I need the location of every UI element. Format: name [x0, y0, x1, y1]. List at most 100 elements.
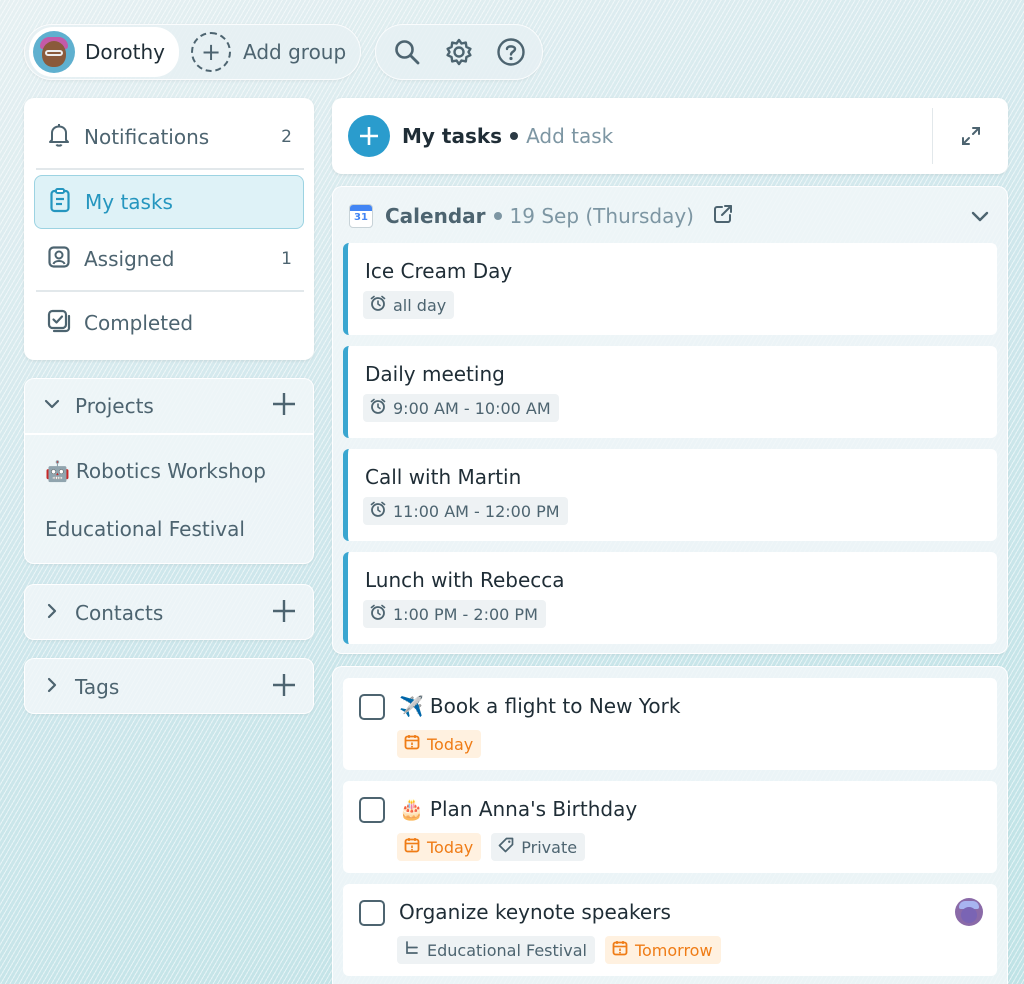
airplane-icon: ✈️ [399, 694, 424, 718]
tasks-panel: ✈️ Book a flight to New York Today 🎂 Pla… [332, 666, 1008, 984]
event-time-badge: 1:00 PM - 2:00 PM [363, 600, 546, 628]
calendar-event[interactable]: Ice Cream Day all day [343, 243, 997, 335]
birthday-cake-icon: 🎂 [399, 797, 424, 821]
event-title: Lunch with Rebecca [365, 568, 565, 592]
event-time-badge: 11:00 AM - 12:00 PM [363, 497, 568, 525]
project-label: Robotics Workshop [75, 459, 266, 483]
sidebar-nav: Notifications 2 My tasks Assigned 1 Comp… [24, 98, 314, 360]
calendar-event[interactable]: Call with Martin 11:00 AM - 12:00 PM [343, 449, 997, 541]
calendar-due-icon [403, 836, 421, 858]
user-name: Dorothy [85, 40, 166, 64]
tag-badge[interactable]: Private [491, 833, 586, 861]
sidebar-item-assigned[interactable]: Assigned 1 [34, 232, 304, 286]
collapse-chevron-icon[interactable] [969, 205, 991, 231]
expand-icon[interactable] [932, 108, 1008, 164]
calendar-event[interactable]: Lunch with Rebecca 1:00 PM - 2:00 PM [343, 552, 997, 644]
event-title: Daily meeting [365, 362, 505, 386]
task-tags: Today [397, 730, 482, 758]
task-tags: Today Private [397, 833, 586, 861]
top-bar: Dorothy + Add group [24, 24, 544, 80]
search-icon[interactable] [390, 35, 424, 69]
add-group-button[interactable]: + Add group [179, 32, 346, 72]
calendar-date: 19 Sep (Thursday) [509, 204, 694, 228]
bell-icon [46, 122, 72, 153]
separator-dot [510, 132, 519, 140]
task-checkbox[interactable] [359, 797, 385, 823]
alarm-clock-icon [369, 603, 387, 625]
assigned-count: 1 [281, 249, 292, 269]
due-date-label: Today [427, 734, 474, 754]
help-icon[interactable] [494, 35, 528, 69]
tags-panel: Tags [24, 658, 314, 714]
calendar-due-icon [403, 733, 421, 755]
project-badge[interactable]: Educational Festival [397, 936, 595, 964]
task-item[interactable]: ✈️ Book a flight to New York Today [343, 678, 997, 770]
task-title-text: Plan Anna's Birthday [429, 797, 638, 821]
project-robotics-workshop[interactable]: 🤖 Robotics Workshop [45, 459, 266, 483]
clipboard-icon [47, 187, 73, 218]
tags-header[interactable]: Tags [25, 659, 313, 715]
project-label: Educational Festival [427, 940, 587, 960]
assignee-avatar[interactable] [955, 898, 983, 926]
task-checkbox[interactable] [359, 694, 385, 720]
task-title: 🎂 Plan Anna's Birthday [399, 797, 637, 821]
contacts-header[interactable]: Contacts [25, 585, 313, 641]
task-item[interactable]: 🎂 Plan Anna's Birthday Today Private [343, 781, 997, 873]
divider [36, 290, 304, 292]
gear-icon[interactable] [442, 35, 476, 69]
add-contact-icon[interactable] [271, 598, 297, 629]
event-time: 9:00 AM - 10:00 AM [393, 398, 551, 418]
event-title: Call with Martin [365, 465, 522, 489]
task-tags: Educational Festival Tomorrow [397, 936, 721, 964]
task-checkbox[interactable] [359, 900, 385, 926]
tag-icon [497, 836, 515, 858]
task-item[interactable]: Organize keynote speakers Educational Fe… [343, 884, 997, 976]
contacts-title: Contacts [75, 601, 164, 625]
add-project-icon[interactable] [271, 391, 297, 422]
project-educational-festival[interactable]: Educational Festival [45, 517, 245, 541]
sidebar-item-label: Notifications [84, 125, 210, 149]
alarm-clock-icon [369, 500, 387, 522]
separator-dot [493, 212, 502, 220]
projects-title: Projects [75, 394, 154, 418]
sidebar-item-label: Assigned [84, 247, 175, 271]
projects-header[interactable]: Projects [25, 379, 313, 435]
task-title: ✈️ Book a flight to New York [399, 694, 680, 718]
user-chip[interactable]: Dorothy [29, 27, 180, 77]
calendar-title: Calendar [385, 204, 486, 228]
task-title-text: Book a flight to New York [429, 694, 681, 718]
projects-panel: Projects 🤖 Robotics Workshop Educational… [24, 378, 314, 564]
avatar [33, 31, 75, 73]
sidebar-item-completed[interactable]: Completed [34, 296, 304, 350]
chevron-right-icon [43, 601, 61, 625]
contacts-panel: Contacts [24, 584, 314, 640]
sidebar-item-label: My tasks [85, 190, 173, 214]
event-time: 11:00 AM - 12:00 PM [393, 501, 560, 521]
add-group-label: Add group [243, 40, 347, 64]
chevron-right-icon [43, 675, 61, 699]
calendar-header: 31 Calendar 19 Sep (Thursday) [349, 201, 734, 231]
due-date-badge[interactable]: Tomorrow [604, 936, 721, 964]
calendar-due-icon [611, 939, 629, 961]
external-link-icon[interactable] [712, 203, 734, 230]
contact-icon [46, 244, 72, 275]
google-calendar-icon: 31 [349, 204, 373, 228]
event-time: 1:00 PM - 2:00 PM [393, 604, 538, 624]
event-time-badge: all day [363, 291, 455, 319]
calendar-panel: 31 Calendar 19 Sep (Thursday) Ice Cream … [332, 186, 1008, 654]
sidebar-item-my-tasks[interactable]: My tasks [34, 175, 304, 229]
add-task-input[interactable]: Add task [526, 124, 613, 148]
task-title: Organize keynote speakers [399, 900, 671, 924]
add-task-button[interactable] [348, 115, 390, 157]
add-tag-icon[interactable] [271, 672, 297, 703]
project-label: Educational Festival [45, 517, 245, 541]
sidebar-item-notifications[interactable]: Notifications 2 [34, 110, 304, 164]
calendar-event[interactable]: Daily meeting 9:00 AM - 10:00 AM [343, 346, 997, 438]
due-date-badge[interactable]: Today [397, 730, 482, 758]
alarm-clock-icon [369, 397, 387, 419]
alarm-clock-icon [369, 294, 387, 316]
due-date-badge[interactable]: Today [397, 833, 482, 861]
event-time: all day [393, 295, 447, 315]
robot-icon: 🤖 [45, 459, 70, 483]
tag-label: Private [521, 837, 578, 857]
